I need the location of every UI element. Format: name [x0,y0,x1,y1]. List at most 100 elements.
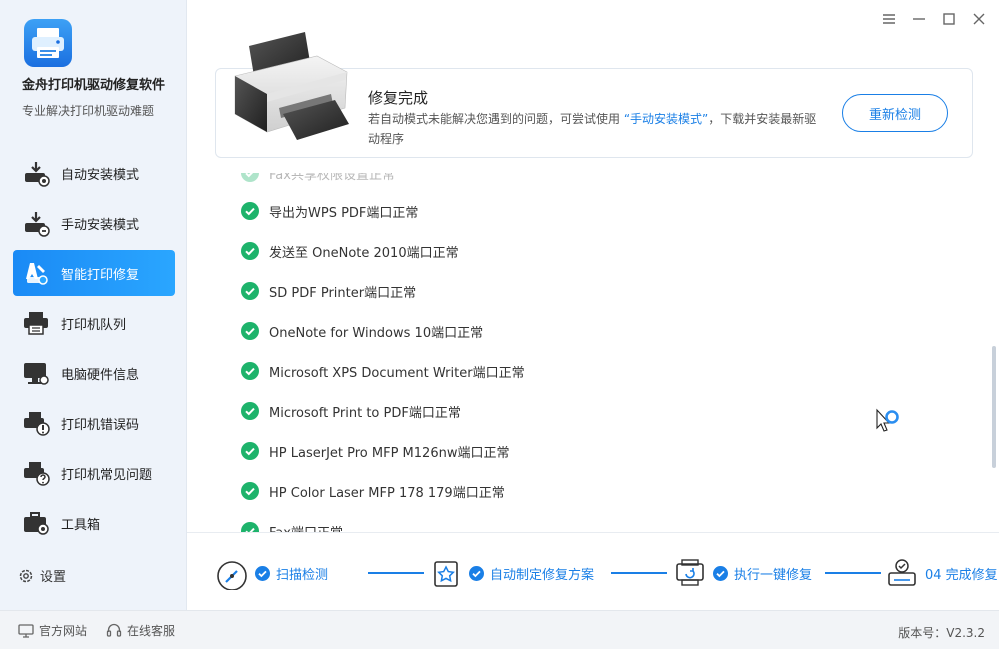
gear-icon [19,569,33,582]
step-connector [368,572,424,574]
monitor-icon [18,623,34,638]
online-support-link[interactable]: 在线客服 [106,622,175,639]
step-connector [825,572,881,574]
result-text: Microsoft XPS Document Writer端口正常 [269,365,525,381]
check-circle-icon [469,565,484,581]
step-label: 自动制定修复方案 [490,567,595,583]
check-circle-icon [241,362,259,380]
menu-icon[interactable] [879,10,899,28]
sidebar-item-smart-repair[interactable]: 智能打印修复 [13,250,175,296]
footer: 官方网站 在线客服 版本号：V2.3.2 [0,610,999,649]
sidebar-item-printer-queue[interactable]: 打印机队列 [13,300,175,346]
main-panel: 修复完成 若自动模式未能解决您遇到的问题，可尝试使用 “手动安装模式”，下载并安… [187,0,999,610]
check-circle-icon [241,322,259,340]
step-plan: 自动制定修复方案 [429,555,594,591]
sidebar-item-label: 智能打印修复 [61,267,140,283]
result-text: 发送至 OneNote 2010端口正常 [269,245,459,261]
check-circle-icon [255,565,270,581]
sidebar-item-label: 打印机队列 [61,317,127,333]
check-circle-icon [241,282,259,300]
sidebar-item-manual-install[interactable]: 手动安装模式 [13,200,175,246]
sidebar-item-label: 工具箱 [61,517,101,533]
sidebar-item-label: 自动安装模式 [61,167,140,183]
sidebar-nav: 自动安装模式 手动安装模式 智能打印修复 打印机队列 电脑硬件信息 打印机错误码… [13,150,175,550]
result-text: SD PDF Printer端口正常 [269,285,417,301]
list-item: Fax端口正常 [241,520,343,532]
close-icon[interactable] [969,10,989,28]
app-subtitle: 专业解决打印机驱动难题 [22,104,155,118]
results-scrollbar[interactable] [992,346,996,468]
printer-queue-icon [24,312,48,335]
official-website-link[interactable]: 官方网站 [18,622,87,639]
result-text: HP LaserJet Pro MFP M126nw端口正常 [269,445,510,461]
step-label: 04 完成修复 [925,567,998,583]
result-text: OneNote for Windows 10端口正常 [269,325,484,341]
result-text: Fax端口正常 [269,522,343,533]
one-click-repair-icon [676,559,704,586]
busy-cursor-icon [876,408,899,432]
minimize-icon[interactable] [909,10,929,28]
headset-icon [106,623,122,637]
list-item: 发送至 OneNote 2010端口正常 [241,240,459,262]
repair-steps: 扫描检测 自动制定修复方案 执行一键修复 04 完成修复 [215,555,998,591]
list-item: OneNote for Windows 10端口正常 [241,320,483,342]
step-complete: 04 完成修复 [885,555,998,591]
result-text: Fax共享权限设置正常 [269,167,395,183]
repair-results-list: Fax共享权限设置正常 导出为WPS PDF端口正常 发送至 OneNote 2… [241,160,941,532]
sidebar-item-label: 打印机常见问题 [61,467,153,483]
sidebar-item-error-code[interactable]: 打印机错误码 [13,400,175,446]
app-logo [24,19,72,67]
result-text: HP Color Laser MFP 178 179端口正常 [269,485,505,501]
sidebar-item-toolbox[interactable]: 工具箱 [13,500,175,546]
step-execute: 执行一键修复 [673,555,812,591]
sidebar-item-label: 手动安装模式 [61,217,140,233]
list-item: HP LaserJet Pro MFP M126nw端口正常 [241,440,509,462]
check-circle-icon [241,242,259,260]
sidebar-item-hardware-info[interactable]: 电脑硬件信息 [13,350,175,396]
banner-title: 修复完成 [368,89,429,107]
banner-desc-text: 若自动模式未能解决您遇到的问题，可尝试使用 [368,112,624,126]
maximize-icon[interactable] [939,10,959,28]
result-text: 导出为WPS PDF端口正常 [269,205,419,221]
step-label: 执行一键修复 [734,567,813,583]
sidebar: 金舟打印机驱动修复软件 专业解决打印机驱动难题 自动安装模式 手动安装模式 智能… [0,0,187,610]
window-controls [879,10,989,28]
sidebar-item-label: 电脑硬件信息 [61,367,140,383]
steps-divider [187,532,999,533]
check-circle-icon [241,522,259,532]
printer-illustration-icon [234,32,349,140]
toolbox-icon [24,512,49,535]
monitor-icon [24,363,49,385]
app-title: 金舟打印机驱动修复软件 [22,78,166,93]
sidebar-item-auto-install[interactable]: 自动安装模式 [13,150,175,196]
repair-tools-icon [26,263,48,285]
error-code-icon [24,412,50,436]
list-item: Microsoft Print to PDF端口正常 [241,400,461,422]
list-item: SD PDF Printer端口正常 [241,280,416,302]
settings-label: 设置 [40,570,67,585]
step-label: 扫描检测 [276,567,329,583]
manual-mode-link[interactable]: “手动安装模式” [624,112,708,126]
faq-icon [24,462,50,486]
check-circle-icon [241,173,259,182]
result-text: Microsoft Print to PDF端口正常 [269,405,461,421]
settings-button[interactable]: 设置 [18,566,66,585]
list-item: Fax共享权限设置正常 [241,167,395,184]
list-item: 导出为WPS PDF端口正常 [241,200,418,222]
download-printer-icon [25,162,50,187]
list-item: Microsoft XPS Document Writer端口正常 [241,360,525,382]
check-circle-icon [241,202,259,220]
plan-star-icon [434,561,458,587]
official-website-label: 官方网站 [39,624,88,638]
banner-description: 若自动模式未能解决您遇到的问题，可尝试使用 “手动安装模式”，下载并安装最新驱动… [368,109,828,149]
sidebar-item-faq[interactable]: 打印机常见问题 [13,450,175,496]
check-circle-icon [713,565,728,581]
sidebar-item-label: 打印机错误码 [61,417,140,433]
complete-icon [888,559,916,586]
list-item: HP Color Laser MFP 178 179端口正常 [241,480,505,502]
recheck-button[interactable]: 重新检测 [842,94,948,132]
check-circle-icon [241,482,259,500]
version-label: 版本号：V2.3.2 [898,626,985,640]
step-connector [611,572,667,574]
check-circle-icon [241,402,259,420]
